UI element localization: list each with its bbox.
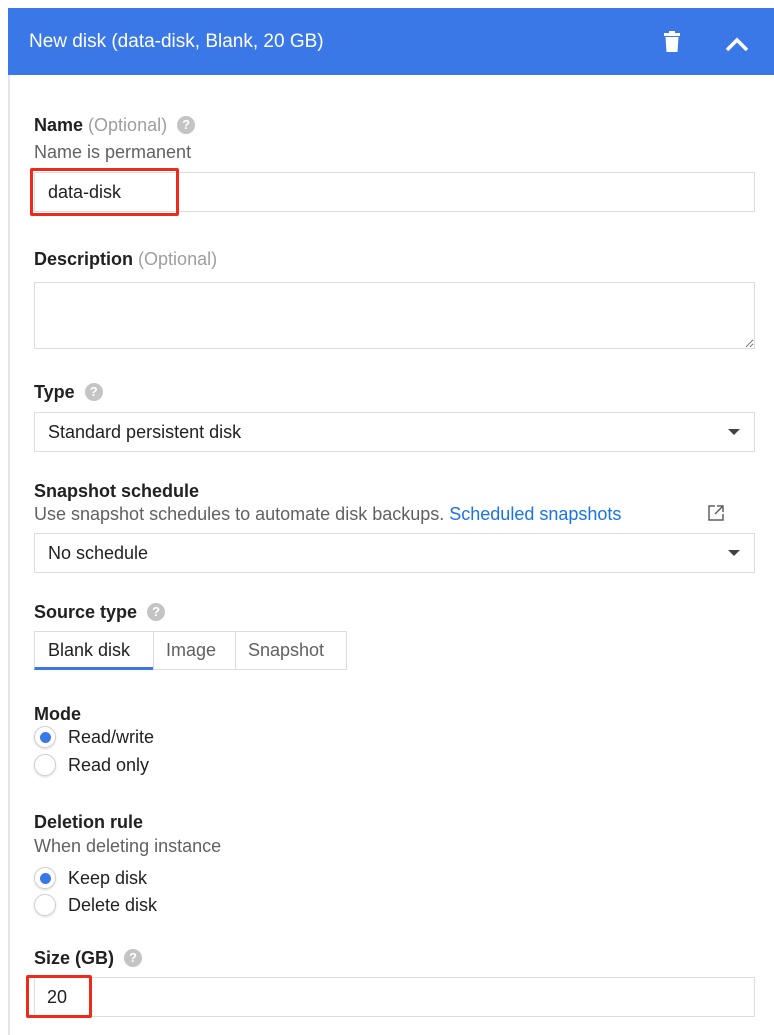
highlight-box bbox=[26, 975, 92, 1018]
tab-snapshot[interactable]: Snapshot bbox=[235, 631, 347, 670]
snapshot-schedule-label: Snapshot schedule bbox=[34, 481, 200, 501]
help-icon[interactable]: ? bbox=[84, 383, 103, 401]
panel-title: New disk (data-disk, Blank, 20 GB) bbox=[29, 31, 324, 52]
name-label: Name (Optional)? bbox=[34, 115, 196, 136]
external-link-icon[interactable] bbox=[707, 504, 725, 522]
scheduled-snapshots-link[interactable]: Scheduled snapshots bbox=[449, 504, 621, 524]
description-input[interactable] bbox=[34, 282, 755, 349]
size-label: Size (GB)? bbox=[34, 948, 143, 969]
radio-read-only[interactable]: Read only bbox=[34, 754, 149, 776]
size-input[interactable] bbox=[34, 977, 755, 1017]
highlight-box bbox=[30, 168, 179, 216]
disk-panel-header[interactable]: New disk (data-disk, Blank, 20 GB) bbox=[8, 8, 774, 75]
help-icon[interactable]: ? bbox=[124, 949, 143, 967]
snapshot-value: No schedule bbox=[48, 543, 149, 563]
source-type-label: Source type? bbox=[34, 602, 166, 623]
dropdown-arrow-icon bbox=[728, 429, 740, 435]
deletion-rule-label: Deletion rule bbox=[34, 812, 144, 832]
radio-read-write[interactable]: Read/write bbox=[34, 726, 154, 748]
dropdown-arrow-icon bbox=[728, 550, 740, 556]
radio-unchecked-icon bbox=[34, 754, 56, 776]
mode-label: Mode bbox=[34, 704, 81, 724]
radio-checked-icon bbox=[34, 726, 56, 748]
radio-unchecked-icon bbox=[34, 894, 56, 916]
radio-delete-disk[interactable]: Delete disk bbox=[34, 894, 157, 916]
trash-icon[interactable] bbox=[663, 31, 681, 53]
chevron-up-icon[interactable] bbox=[725, 36, 749, 52]
type-label: Type? bbox=[34, 382, 103, 403]
description-label: Description (Optional) bbox=[34, 249, 218, 269]
snapshot-schedule-select[interactable]: No schedule bbox=[34, 533, 755, 573]
snapshot-helper: Use snapshot schedules to automate disk … bbox=[34, 504, 622, 524]
name-helper: Name is permanent bbox=[34, 142, 192, 162]
tab-image[interactable]: Image bbox=[153, 631, 236, 670]
help-icon[interactable]: ? bbox=[147, 603, 166, 621]
deletion-helper: When deleting instance bbox=[34, 836, 222, 856]
type-value: Standard persistent disk bbox=[48, 422, 242, 442]
radio-keep-disk[interactable]: Keep disk bbox=[34, 867, 147, 889]
type-select[interactable]: Standard persistent disk bbox=[34, 412, 755, 452]
help-icon[interactable]: ? bbox=[177, 116, 196, 134]
tab-blank-disk[interactable]: Blank disk bbox=[34, 631, 154, 670]
radio-checked-icon bbox=[34, 867, 56, 889]
